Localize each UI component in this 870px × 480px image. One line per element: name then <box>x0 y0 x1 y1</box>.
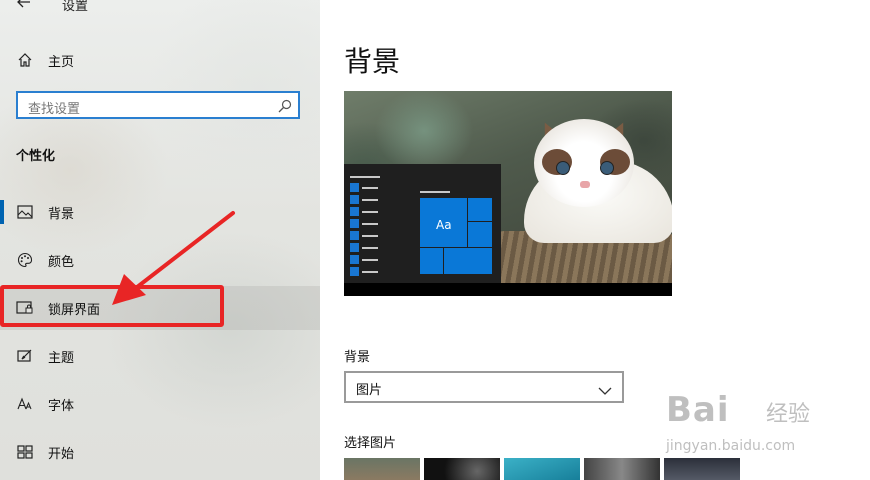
cat-eye-right <box>600 161 614 175</box>
menu-square <box>350 267 359 276</box>
menu-line <box>362 259 378 261</box>
background-type-dropdown[interactable]: 图片 <box>344 371 624 403</box>
tile <box>467 197 493 223</box>
menu-line <box>350 176 380 178</box>
page-title: 背景 <box>344 45 401 78</box>
watermark-brand-suffix: 经验 <box>766 402 811 427</box>
start-menu-mockup: Aa <box>344 164 501 296</box>
menu-square <box>350 231 359 240</box>
background-field-label: 背景 <box>344 350 371 365</box>
menu-line <box>362 211 378 213</box>
menu-line <box>362 271 378 273</box>
menu-line <box>362 235 378 237</box>
menu-line <box>362 199 378 201</box>
menu-square <box>350 195 359 204</box>
tile-aa: Aa <box>420 198 468 248</box>
menu-line <box>362 223 378 225</box>
menu-line <box>420 191 450 193</box>
menu-square <box>350 243 359 252</box>
background-preview: Aa <box>344 91 672 296</box>
watermark: Bai 经验 jingyan.baidu.com <box>664 390 860 462</box>
tile <box>467 221 493 249</box>
picture-thumbnail[interactable] <box>504 458 580 480</box>
menu-line <box>362 247 378 249</box>
tile-aa-label: Aa <box>436 218 452 232</box>
choose-picture-label: 选择图片 <box>344 436 397 451</box>
cat-nose <box>580 181 590 188</box>
annotation-arrow <box>112 211 235 305</box>
settings-sidebar: 设置 主页 查找设置 个性化 背景 颜色 锁屏界面 主题 字体 开始 <box>0 0 320 480</box>
watermark-url: jingyan.baidu.com <box>666 438 796 454</box>
watermark-brand: Bai <box>666 390 730 430</box>
dropdown-value: 图片 <box>356 383 383 398</box>
tile <box>443 247 493 275</box>
preview-taskbar <box>344 283 672 296</box>
menu-square <box>350 183 359 192</box>
tile <box>419 247 445 275</box>
picture-thumbnail[interactable] <box>584 458 660 480</box>
menu-square <box>350 207 359 216</box>
cat-eye-left <box>556 161 570 175</box>
chevron-down-icon <box>598 381 612 400</box>
menu-square <box>350 255 359 264</box>
picture-thumbnail[interactable] <box>344 458 420 480</box>
menu-square <box>350 219 359 228</box>
picture-thumbnail[interactable] <box>424 458 500 480</box>
menu-line <box>362 187 378 189</box>
